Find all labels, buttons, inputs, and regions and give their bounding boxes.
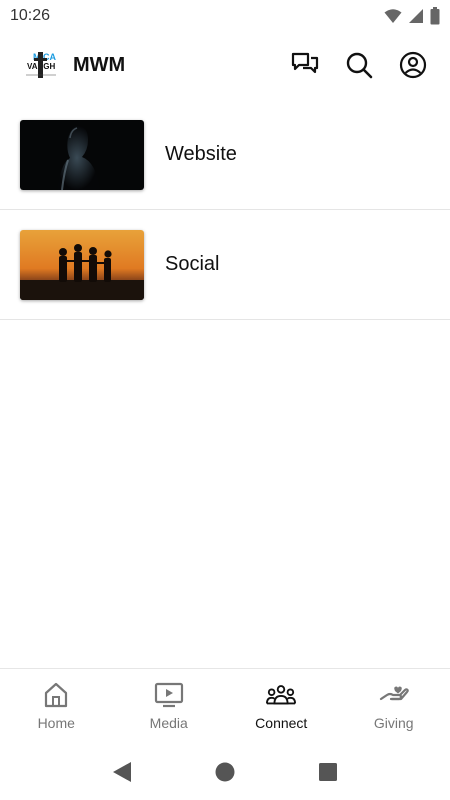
wifi-icon [384,9,402,23]
system-recents-button[interactable] [308,752,348,792]
home-circle-icon [215,762,235,782]
status-icons [384,7,440,25]
tab-giving[interactable]: Giving [338,669,450,744]
hand-heart-icon [379,686,409,701]
header-actions [288,48,430,82]
back-triangle-icon [112,762,131,782]
tab-media[interactable]: Media [113,669,226,744]
tab-connect[interactable]: Connect [225,669,338,744]
tab-home[interactable]: Home [0,669,113,744]
status-bar: 10:26 [0,0,450,32]
website-label: Website [165,143,237,165]
group-icon [266,685,297,705]
battery-icon [430,7,440,25]
tab-giving-label: Giving [373,715,414,731]
list-item-website[interactable]: Website [0,100,450,210]
system-nav-bar [0,744,450,800]
chat-button[interactable] [288,48,322,82]
list-item-social[interactable]: Social [0,210,450,320]
system-back-button[interactable] [102,752,142,792]
tab-media-label: Media [149,715,188,731]
search-icon [346,52,373,79]
signal-icon [409,9,423,23]
chat-bubbles-icon [291,52,319,74]
bottom-nav: Home Media Connect Giving [0,668,450,744]
recents-square-icon [319,763,338,781]
app-title: MWM [73,54,126,76]
app-header: MICA VAUGH MWM [0,32,450,100]
website-thumbnail [20,120,144,190]
connect-list: Website Social [0,100,450,320]
tab-connect-label: Connect [255,715,308,731]
tv-play-icon [154,682,183,708]
status-time: 10:26 [10,7,51,24]
account-button[interactable] [396,48,430,82]
system-home-button[interactable] [205,752,245,792]
search-button[interactable] [342,48,376,82]
account-circle-icon [399,51,427,79]
social-label: Social [165,253,220,275]
home-icon [45,682,68,708]
tab-home-label: Home [37,715,75,731]
social-thumbnail [20,230,144,300]
app-logo[interactable]: MICA VAUGH [24,50,58,80]
